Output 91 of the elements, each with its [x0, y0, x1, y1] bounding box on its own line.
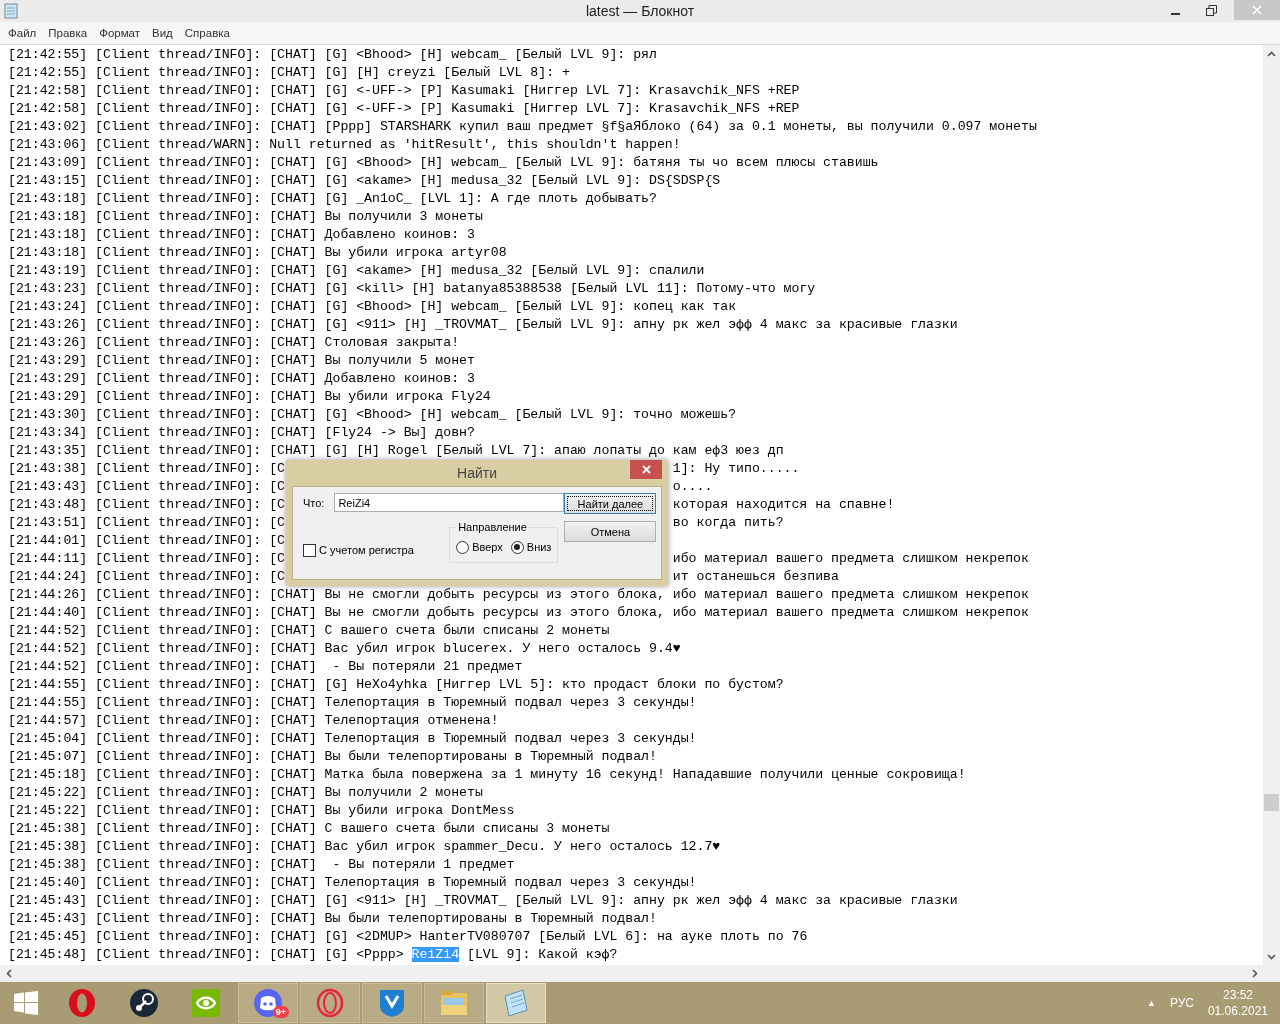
log-line: [21:45:07] [Client thread/INFO]: [CHAT] Вы были телепортированы в Тюремный подвал!	[8, 748, 657, 766]
dialog-title: Найти	[457, 464, 497, 482]
notepad-icon	[501, 988, 531, 1018]
log-line: [21:43:02] [Client thread/INFO]: [CHAT] [Pppp] STARSHARK купил ваш предмет §f§aЯблоко (64) за 0.1 монеты, вы получили 0.097 монеты	[8, 118, 1037, 136]
minimize-icon	[1170, 13, 1180, 15]
find-field[interactable]: ReiZi4	[334, 493, 565, 512]
log-line: [21:43:19] [Client thread/INFO]: [CHAT] [G] <akame> [H] medusa_32 [Белый LVL 9]: спалили	[8, 262, 705, 280]
scroll-up-icon	[1267, 50, 1276, 57]
log-line: [21:43:23] [Client thread/INFO]: [CHAT] [G] <kill> [H] batanya85388538 [Белый LVL 11]: Потому-что могу	[8, 280, 816, 298]
log-line: [21:45:22] [Client thread/INFO]: [CHAT] Вы убили игрока DontMess	[8, 802, 515, 820]
log-line: [21:43:09] [Client thread/INFO]: [CHAT] [G] <Bhood> [H] webcam_ [Белый LVL 9]: батяня ты чо всем плюсы ставишь	[8, 154, 879, 172]
menu-item[interactable]: Формат	[93, 27, 146, 39]
log-line: [21:45:43] [Client thread/INFO]: [CHAT] Вы были телепортированы в Тюремный подвал!	[8, 910, 657, 928]
vertical-scrollbar[interactable]	[1263, 45, 1280, 965]
log-line: [21:44:52] [Client thread/INFO]: [CHAT] С вашего счета были списаны 2 монеты	[8, 622, 610, 640]
log-line: [21:43:26] [Client thread/INFO]: [CHAT] [G] <911> [H] _TROVMAT_ [Белый LVL 9]: апну рк жел эфф 4 макс за красивые глазки	[8, 316, 958, 334]
log-line: [21:44:57] [Client thread/INFO]: [CHAT] Телепортация отменена!	[8, 712, 499, 730]
log-line: [21:43:18] [Client thread/INFO]: [CHAT] Добавлено коинов: 3	[8, 226, 475, 244]
close-icon	[641, 465, 651, 474]
log-line-fragment: о....	[672, 478, 713, 496]
log-line: [21:43:29] [Client thread/INFO]: [CHAT] Вы убили игрока Fly24	[8, 388, 491, 406]
scroll-down-icon	[1267, 953, 1276, 960]
close-icon	[1252, 5, 1262, 15]
log-line: [21:42:58] [Client thread/INFO]: [CHAT] [G] <-UFF-> [P] Kasumaki [Ниггер LVL 7]: Krasavchik_NFS +REP	[8, 82, 800, 100]
log-line-fragment: ибо материал вашего предмета слишком некрепок	[672, 550, 1029, 568]
log-line: [21:45:04] [Client thread/INFO]: [CHAT] Телепортация в Тюремный подвал через 3 секунды!	[8, 730, 697, 748]
folder-icon	[439, 989, 469, 1017]
menu-item[interactable]: Файл	[2, 27, 43, 39]
log-line: [21:45:48] [Client thread/INFO]: [CHAT] [G] <Pppp> ReiZi4 [LVL 9]: Какой кэф?	[8, 946, 618, 964]
menu-item[interactable]: Правка	[42, 27, 94, 39]
log-line: [21:43:18] [Client thread/INFO]: [CHAT] Вы получили 3 монеты	[8, 208, 483, 226]
log-line: [21:42:55] [Client thread/INFO]: [CHAT] [G] <Bhood> [H] webcam_ [Белый LVL 9]: рял	[8, 46, 657, 64]
direction-radio[interactable]: Вниз	[510, 538, 552, 556]
taskbar-app-button[interactable]: 9+	[238, 983, 298, 1023]
match-case-checkbox[interactable]: С учетом регистра	[303, 541, 414, 559]
log-line: [21:44:52] [Client thread/INFO]: [CHAT] - Вы потеряли 21 предмет	[8, 658, 523, 676]
log-line: [21:43:48] [Client thread/INFO]: [C	[8, 496, 285, 514]
log-line: [21:44:55] [Client thread/INFO]: [CHAT] [G] HeXo4yhka [Ниггер LVL 5]: кто продаст блоки по бустом?	[8, 676, 784, 694]
direction-radio[interactable]: Вверх	[456, 538, 503, 556]
log-line: [21:45:45] [Client thread/INFO]: [CHAT] [G] <2DMUP> HanterTV080707 [Белый LVL 6]: на ауке плоть по 76	[8, 928, 808, 946]
shield-icon	[378, 988, 406, 1018]
log-line: [21:43:29] [Client thread/INFO]: [CHAT] Добавлено коинов: 3	[8, 370, 475, 388]
log-line: [21:43:43] [Client thread/INFO]: [C	[8, 478, 285, 496]
cancel-button[interactable]: Отмена	[564, 521, 657, 542]
log-line: [21:44:52] [Client thread/INFO]: [CHAT] Вас убил игрок blucerex. У него осталось 9.4♥	[8, 640, 681, 658]
log-line: [21:44:24] [Client thread/INFO]: [C	[8, 568, 285, 586]
log-line: [21:43:29] [Client thread/INFO]: [CHAT] Вы получили 5 монет	[8, 352, 475, 370]
log-line: [21:45:18] [Client thread/INFO]: [CHAT] Матка была повержена за 1 минуту 16 секунд! Нападавшие получили ценные сокровища!	[8, 766, 966, 784]
log-line: [21:43:18] [Client thread/INFO]: [CHAT] [G] _An1oC_ [LVL 1]: А где плоть добывать?	[8, 190, 657, 208]
log-line-fragment: во когда пить?	[672, 514, 784, 532]
log-line: [21:43:06] [Client thread/WARN]: Null returned as 'hitResult', this shouldn't happen!	[8, 136, 681, 154]
ring-icon	[315, 988, 345, 1018]
log-line: [21:42:55] [Client thread/INFO]: [CHAT] [G] [H] creyzi [Белый LVL 8]: +	[8, 64, 570, 82]
log-line-fragment: 1]: Ну типо.....	[672, 460, 800, 478]
log-line: [21:43:30] [Client thread/INFO]: [CHAT] [G] <Bhood> [H] webcam_ [Белый LVL 9]: точно можешь?	[8, 406, 737, 424]
log-line: [21:45:43] [Client thread/INFO]: [CHAT] [G] <911> [H] _TROVMAT_ [Белый LVL 9]: апну рк жел эфф 4 макс за красивые глазки	[8, 892, 958, 910]
menu-item[interactable]: Справка	[178, 27, 236, 39]
scroll-left-icon	[5, 969, 12, 978]
horizontal-scrollbar[interactable]	[0, 965, 1280, 982]
log-line: [21:43:35] [Client thread/INFO]: [CHAT] [G] [H] Rogel [Белый LVL 7]: апаю лопаты до кам еф3 юез дп	[8, 442, 784, 460]
log-line: [21:45:38] [Client thread/INFO]: [CHAT] - Вы потеряли 1 предмет	[8, 856, 515, 874]
log-line: [21:44:55] [Client thread/INFO]: [CHAT] Телепортация в Тюремный подвал через 3 секунды!	[8, 694, 697, 712]
find-label: Что:	[303, 495, 325, 511]
window-title: latest — Блокнот	[585, 3, 695, 19]
log-line: [21:43:18] [Client thread/INFO]: [CHAT] Вы убили игрока artyr08	[8, 244, 507, 262]
log-line: [21:44:11] [Client thread/INFO]: [C	[8, 550, 285, 568]
group-label: Направление	[457, 520, 528, 535]
log-line: [21:43:38] [Client thread/INFO]: [C	[8, 460, 285, 478]
windows-icon	[14, 991, 38, 1015]
restore-icon	[1205, 4, 1217, 16]
scroll-right-icon	[1251, 969, 1258, 978]
menu-item[interactable]: Вид	[146, 27, 179, 39]
log-line-fragment: которая находится на спавне!	[672, 496, 895, 514]
log-line: [21:45:22] [Client thread/INFO]: [CHAT] Вы получили 2 монеты	[8, 784, 483, 802]
log-line: [21:42:58] [Client thread/INFO]: [CHAT] [G] <-UFF-> [P] Kasumaki [Ниггер LVL 7]: Krasavchik_NFS +REP	[8, 100, 800, 118]
log-line: [21:44:40] [Client thread/INFO]: [CHAT] Вы не смогли добыть ресурсы из этого блока, ибо материал вашего предмета слишком некрепок	[8, 604, 1029, 622]
notepad-icon	[4, 3, 18, 19]
find-next-button[interactable]: Найти далее	[564, 493, 657, 514]
scroll-thumb[interactable]	[1264, 794, 1279, 811]
log-line: [21:45:38] [Client thread/INFO]: [CHAT] С вашего счета были списаны 3 монеты	[8, 820, 610, 838]
log-line: [21:45:38] [Client thread/INFO]: [CHAT] Вас убил игрок spammer_Decu. У него осталось 12.7♥	[8, 838, 721, 856]
log-line: [21:45:40] [Client thread/INFO]: [CHAT] Телепортация в Тюремный подвал через 3 секунды!	[8, 874, 697, 892]
log-line: [21:44:26] [Client thread/INFO]: [CHAT] Вы не смогли добыть ресурсы из этого блока, ибо материал вашего предмета слишком некрепок	[8, 586, 1029, 604]
log-line: [21:43:24] [Client thread/INFO]: [CHAT] [G] <Bhood> [H] webcam_ [Белый LVL 9]: копец как так	[8, 298, 737, 316]
log-line: [21:43:34] [Client thread/INFO]: [CHAT] [Fly24 -> Вы] довн?	[8, 424, 475, 442]
log-line: [21:43:15] [Client thread/INFO]: [CHAT] [G] <akame> [H] medusa_32 [Белый LVL 9]: DS{SDSP{S	[8, 172, 721, 190]
log-line: [21:43:26] [Client thread/INFO]: [CHAT] Столовая закрыта!	[8, 334, 460, 352]
close-button[interactable]	[630, 460, 662, 479]
log-line: [21:44:01] [Client thread/INFO]: [C	[8, 532, 285, 550]
log-line-fragment: ит останешься безпива	[672, 568, 839, 586]
log-line: [21:43:51] [Client thread/INFO]: [C	[8, 514, 285, 532]
